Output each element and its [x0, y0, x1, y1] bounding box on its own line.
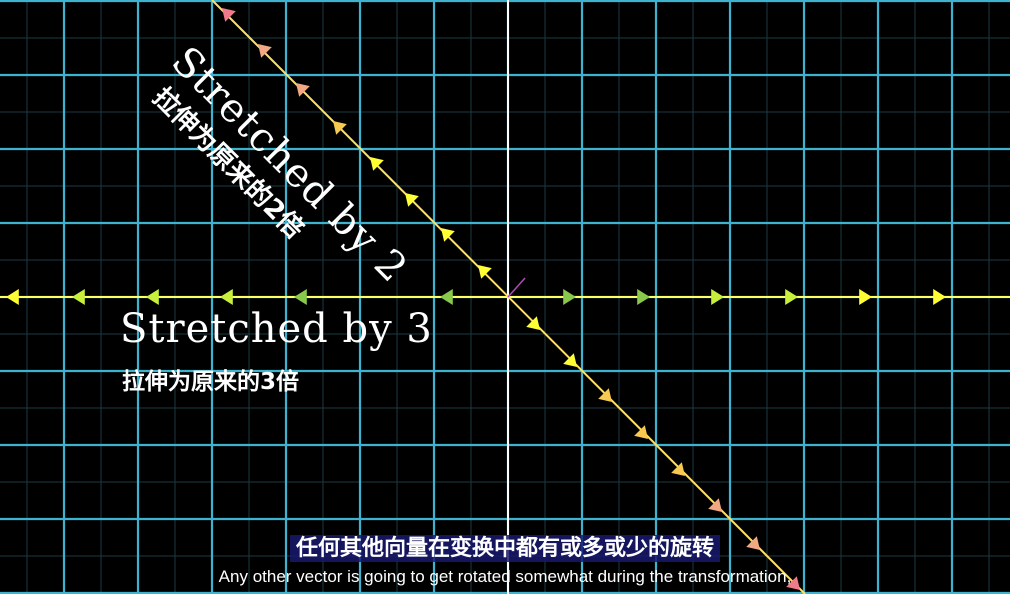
horizontal-arrow-right: [785, 289, 798, 305]
eigenvector-label-stretched-by-3: Stretched by 3: [120, 306, 433, 352]
horizontal-arrow-right: [563, 289, 576, 305]
horizontal-arrow-left: [146, 289, 159, 305]
small-vector: [507, 277, 526, 298]
diagonal-arrow-up: [478, 265, 492, 279]
eigenvector-label-cn-3: 拉伸为原来的3倍: [122, 369, 300, 395]
subtitle-cn: 任何其他向量在变换中都有或多或少的旋转: [0, 530, 1010, 562]
diagonal-arrow-up: [258, 44, 272, 58]
horizontal-arrow-left: [6, 289, 19, 305]
diagonal-arrow-down: [526, 316, 540, 330]
diagonal-arrow-up: [222, 8, 236, 22]
diagonal-arrow-down: [671, 462, 685, 476]
diagonal-arrow-down: [634, 425, 648, 439]
horizontal-arrow-right: [711, 289, 724, 305]
horizontal-arrow-right: [859, 289, 872, 305]
horizontal-arrow-left: [294, 289, 307, 305]
subtitle-cn-text: 任何其他向量在变换中都有或多或少的旋转: [289, 535, 720, 562]
horizontal-arrow-left: [72, 289, 85, 305]
horizontal-arrow-left: [220, 289, 233, 305]
horizontal-arrow-left: [440, 289, 453, 305]
horizontal-arrow-right: [933, 289, 946, 305]
subtitle-en: Any other vector is going to get rotated…: [218, 567, 792, 586]
horizontal-arrow-right: [637, 289, 650, 305]
grid-canvas: [0, 0, 1010, 594]
